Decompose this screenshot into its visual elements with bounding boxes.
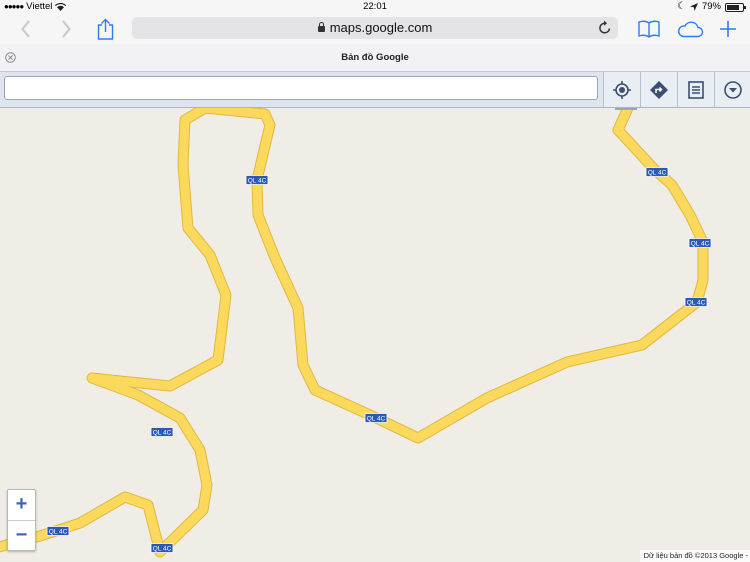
zoom-in-button[interactable]: +	[8, 490, 35, 521]
list-icon	[688, 80, 704, 99]
icloud-tabs-icon	[677, 21, 704, 38]
tab-bar: Bản đồ Google	[0, 44, 750, 72]
road-shield: QL 4C	[364, 413, 388, 423]
road-shield: QL 4C	[46, 526, 70, 536]
maps-search-bar	[0, 72, 750, 108]
new-tab-icon	[720, 21, 736, 37]
road-shield: QL 4C	[688, 238, 712, 248]
moon-icon: ☾	[677, 1, 686, 12]
list-button[interactable]	[677, 72, 714, 107]
directions-icon	[650, 80, 668, 99]
url-text: maps.google.com	[329, 20, 433, 35]
address-bar[interactable]: maps.google.com	[132, 17, 618, 39]
new-tab-button[interactable]	[715, 16, 741, 42]
zoom-out-button[interactable]: −	[8, 521, 35, 551]
tab-title[interactable]: Bản đồ Google	[0, 44, 750, 71]
menu-button[interactable]	[714, 72, 750, 107]
road-shield: QL 4C	[245, 175, 269, 185]
map-attribution: Dữ liệu bản đồ ©2013 Google -	[639, 550, 750, 562]
reload-icon[interactable]	[598, 20, 612, 35]
search-input[interactable]	[4, 76, 598, 100]
road-shield-label: QL 4C	[153, 546, 172, 553]
forward-icon	[62, 20, 71, 38]
map-canvas[interactable]: QL 4C QL 4C QL 4C QL 4C QL 4C QL 4C QL 4C QL 4C	[0, 108, 750, 562]
battery-percent: 79%	[701, 1, 721, 12]
zoom-control: + −	[7, 489, 36, 551]
forward-button[interactable]	[54, 16, 78, 42]
icloud-tabs-button[interactable]	[674, 16, 706, 42]
road-shield-label: QL 4C	[49, 529, 68, 536]
road-shield: QL 4C	[150, 543, 174, 553]
road-shield-label: QL 4C	[648, 170, 667, 177]
road-shield-label: QL 4C	[153, 430, 172, 437]
road-shield: QL 4C	[150, 427, 174, 437]
browser-toolbar: maps.google.com	[0, 14, 750, 44]
road-shield: QL 4C	[684, 297, 708, 307]
my-location-icon	[613, 80, 631, 99]
share-icon	[97, 18, 113, 40]
road-shield-label: QL 4C	[691, 241, 710, 248]
road-shield-label: QL 4C	[687, 300, 706, 307]
clock: 22:01	[363, 1, 387, 12]
menu-dropdown-icon	[724, 80, 742, 99]
road-shield: QL 4C	[645, 167, 669, 177]
bookmarks-icon	[638, 20, 660, 38]
road-shield-label: QL 4C	[367, 416, 386, 423]
bookmarks-button[interactable]	[634, 16, 664, 42]
back-button[interactable]	[14, 16, 38, 42]
map-svg: QL 4C QL 4C QL 4C QL 4C QL 4C QL 4C QL 4C QL 4C	[0, 108, 750, 562]
status-bar: ●●●●● Viettel 22:01 ☾ 79%	[0, 0, 750, 14]
my-location-button[interactable]	[603, 72, 640, 107]
map-background	[0, 108, 750, 562]
lock-icon	[317, 22, 325, 32]
back-icon	[21, 20, 30, 38]
road-shield-label: QL 4C	[248, 178, 267, 185]
battery-icon	[725, 2, 746, 12]
road-label-clipped	[615, 108, 637, 110]
directions-button[interactable]	[640, 72, 677, 107]
share-button[interactable]	[92, 16, 118, 42]
location-arrow-icon	[689, 3, 698, 11]
